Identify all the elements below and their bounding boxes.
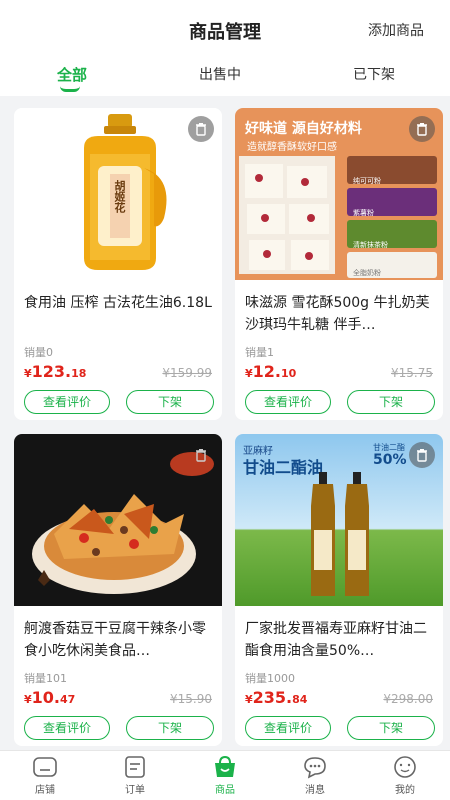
price-currency: ¥ <box>245 367 253 380</box>
tabbar-label: 我的 <box>395 785 415 796</box>
view-reviews-button[interactable]: 查看评价 <box>245 390 331 414</box>
original-price: ¥298.00 <box>383 692 433 706</box>
product-price: ¥12.10 <box>245 362 296 381</box>
message-icon <box>304 757 326 779</box>
tabbar-item-shop[interactable]: 店铺 <box>15 755 75 796</box>
tab-removed[interactable]: 已下架 <box>334 64 414 84</box>
product-sales: 销量101 <box>24 672 67 685</box>
original-price: ¥15.90 <box>170 692 212 706</box>
tabbar-label: 消息 <box>305 785 325 796</box>
price-decimal: 84 <box>292 693 308 706</box>
tab-on-sale-label: 出售中 <box>199 67 241 83</box>
tabbar-item-profile[interactable]: 我的 <box>375 755 435 796</box>
product-card[interactable]: 舸渡香菇豆干豆腐干辣条小零食小吃休闲美食品… 销量101 ¥10.47 ¥15.… <box>14 434 222 746</box>
tab-all[interactable]: 全部 <box>32 64 112 85</box>
original-price: ¥15.75 <box>391 366 433 380</box>
price-currency: ¥ <box>245 693 253 706</box>
price-decimal: 10 <box>281 367 297 380</box>
tabbar-item-messages[interactable]: 消息 <box>285 755 345 796</box>
price-decimal: 18 <box>71 367 87 380</box>
product-sales: 销量1 <box>245 346 274 359</box>
tab-active-indicator <box>60 86 80 92</box>
ingredient-tag: 清新抹茶粉 <box>353 241 388 249</box>
product-card[interactable]: 好味道 源自好材料 造就醇香酥软好口感 纯可可粉 紫薯粉 清新抹茶粉 全脂奶粉 … <box>235 108 443 420</box>
tabbar-label: 店铺 <box>35 785 55 796</box>
price-integer: 12. <box>252 362 281 381</box>
product-name: 味滋源 雪花酥500g 牛扎奶芙沙琪玛牛轧糖 伴手… <box>245 295 430 333</box>
original-price: ¥159.99 <box>162 366 212 380</box>
take-off-shelf-button[interactable]: 下架 <box>126 716 214 740</box>
take-off-shelf-button[interactable]: 下架 <box>347 716 435 740</box>
shop-icon <box>33 757 57 777</box>
header: 商品管理 添加商品 全部 出售中 已下架 <box>0 0 450 96</box>
delete-icon[interactable] <box>188 116 214 142</box>
tabbar-label: 商品 <box>215 785 235 796</box>
price-integer: 10. <box>31 688 60 707</box>
product-card[interactable]: 亚麻籽 甘油二酯油 甘油二酯 50% 厂家批发晋福寿亚麻籽甘油二酯食用油含量50… <box>235 434 443 746</box>
tabbar-item-orders[interactable]: 订单 <box>105 755 165 796</box>
product-name: 厂家批发晋福寿亚麻籽甘油二酯食用油含量50%… <box>245 621 427 659</box>
tab-on-sale[interactable]: 出售中 <box>180 64 260 84</box>
product-grid: 胡姬花 食用油 压榨 古法花生油6.18L 销量0 ¥123.18 ¥159.9… <box>0 96 450 750</box>
product-name: 食用油 压榨 古法花生油6.18L <box>24 295 212 311</box>
price-decimal: 47 <box>60 693 76 706</box>
bottom-tab-bar: 店铺 订单 商品 消息 我的 <box>0 750 450 800</box>
bottle-brand-label: 胡姬花 <box>113 180 126 213</box>
delete-icon[interactable] <box>188 442 214 468</box>
price-integer: 235. <box>252 688 293 707</box>
product-name: 舸渡香菇豆干豆腐干辣条小零食小吃休闲美食品… <box>24 621 206 659</box>
profile-icon <box>394 756 416 778</box>
price-currency: ¥ <box>24 693 32 706</box>
product-price: ¥123.18 <box>24 362 86 381</box>
filter-tabs: 全部 出售中 已下架 <box>0 64 450 92</box>
tabbar-item-products[interactable]: 商品 <box>195 755 255 796</box>
ingredient-tag: 全脂奶粉 <box>353 269 381 277</box>
product-price: ¥235.84 <box>245 688 307 707</box>
delete-icon[interactable] <box>409 442 435 468</box>
tab-removed-label: 已下架 <box>353 67 395 83</box>
ingredient-tag: 紫薯粉 <box>353 209 374 217</box>
view-reviews-button[interactable]: 查看评价 <box>245 716 331 740</box>
order-icon <box>125 756 145 778</box>
price-integer: 123. <box>31 362 72 381</box>
add-product-button[interactable]: 添加商品 <box>368 20 424 40</box>
take-off-shelf-button[interactable]: 下架 <box>347 390 435 414</box>
view-reviews-button[interactable]: 查看评价 <box>24 716 110 740</box>
take-off-shelf-button[interactable]: 下架 <box>126 390 214 414</box>
product-price: ¥10.47 <box>24 688 75 707</box>
bag-icon <box>215 755 235 777</box>
tabbar-label: 订单 <box>125 785 145 796</box>
tab-all-label: 全部 <box>56 66 87 84</box>
product-sales: 销量0 <box>24 346 53 359</box>
product-sales: 销量1000 <box>245 672 295 685</box>
delete-icon[interactable] <box>409 116 435 142</box>
ingredient-tag: 纯可可粉 <box>353 177 381 185</box>
view-reviews-button[interactable]: 查看评价 <box>24 390 110 414</box>
product-card[interactable]: 胡姬花 食用油 压榨 古法花生油6.18L 销量0 ¥123.18 ¥159.9… <box>14 108 222 420</box>
price-currency: ¥ <box>24 367 32 380</box>
